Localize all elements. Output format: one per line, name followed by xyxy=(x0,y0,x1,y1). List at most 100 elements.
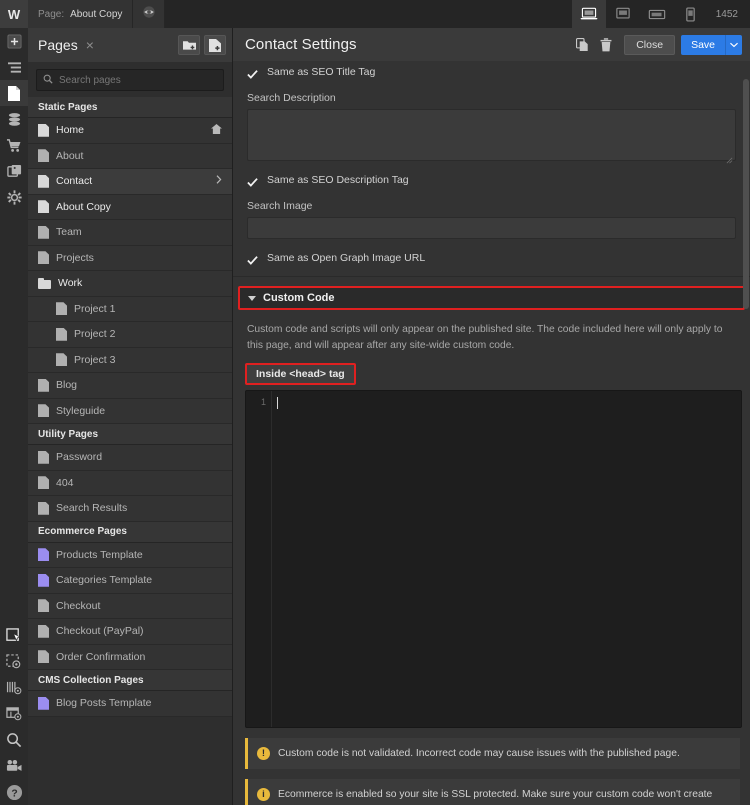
new-page-icon[interactable] xyxy=(204,35,226,55)
pages-icon[interactable] xyxy=(0,80,28,106)
webflow-logo[interactable]: W xyxy=(0,0,28,28)
checkbox-checked-icon[interactable] xyxy=(247,253,258,265)
divider xyxy=(233,276,750,277)
page-icon xyxy=(56,302,67,316)
page-list-item-label: Contact xyxy=(56,175,93,188)
page-list-item[interactable]: About Copy xyxy=(28,194,232,220)
page-list-item[interactable]: Blog Posts Template xyxy=(28,691,232,717)
search-description-label: Search Description xyxy=(247,92,336,104)
page-list-item[interactable]: Search Results xyxy=(28,496,232,522)
page-list-item[interactable]: Products Template xyxy=(28,542,232,568)
settings-scrollbar[interactable] xyxy=(743,61,749,701)
same-as-open-graph-row[interactable]: Same as Open Graph Image URL xyxy=(233,247,750,269)
page-list-item[interactable]: Project 3 xyxy=(28,347,232,373)
video-tutorials-icon[interactable] xyxy=(0,753,28,779)
page-list-item[interactable]: Order Confirmation xyxy=(28,644,232,670)
page-list-item[interactable]: Password xyxy=(28,445,232,471)
top-bar: W Page: About Copy 1452 xyxy=(0,0,750,28)
svg-text:?: ? xyxy=(11,788,17,799)
page-icon xyxy=(38,174,49,188)
page-list-item-label: Work xyxy=(58,277,83,290)
current-page-chip[interactable]: Page: About Copy xyxy=(28,0,134,28)
page-list-item[interactable]: Styleguide xyxy=(28,398,232,424)
page-list-item[interactable]: Home xyxy=(28,118,232,144)
page-list-item[interactable]: Checkout (PayPal) xyxy=(28,619,232,645)
page-list-item-label: Order Confirmation xyxy=(56,650,146,663)
checkbox-checked-icon[interactable] xyxy=(247,67,258,79)
layout-preview-icon[interactable] xyxy=(0,701,28,727)
page-icon xyxy=(56,353,67,367)
search-icon[interactable] xyxy=(0,727,28,753)
device-mobile-button[interactable] xyxy=(674,0,708,28)
save-button[interactable]: Save xyxy=(681,34,725,55)
trash-icon[interactable] xyxy=(594,33,618,57)
preview-toggle-button[interactable] xyxy=(133,0,166,28)
page-list-item[interactable]: Projects xyxy=(28,245,232,271)
device-tablet-landscape-button[interactable] xyxy=(640,0,674,28)
chevron-down-icon[interactable] xyxy=(725,34,742,55)
hidden-elements-icon[interactable] xyxy=(0,649,28,675)
page-list-item[interactable]: About xyxy=(28,143,232,169)
search-image-input[interactable] xyxy=(247,217,736,239)
help-icon[interactable]: ? xyxy=(0,779,28,805)
same-as-seo-title-row[interactable]: Same as SEO Title Tag xyxy=(233,61,750,83)
eye-icon xyxy=(142,5,156,24)
pages-list[interactable]: Static Pages Home About Contact About Copy Te… xyxy=(28,97,232,805)
settings-body[interactable]: Same as SEO Title Tag Search Description… xyxy=(233,61,750,805)
page-list-item-label: Blog Posts Template xyxy=(56,697,152,710)
left-toolbar: ? xyxy=(0,28,28,805)
pages-section-heading: Ecommerce Pages xyxy=(28,521,232,543)
mobile-icon xyxy=(686,6,696,22)
page-list-item[interactable]: Categories Template xyxy=(28,568,232,594)
device-tablet-button[interactable] xyxy=(606,0,640,28)
search-input[interactable] xyxy=(59,74,217,86)
page-list-item[interactable]: 404 xyxy=(28,470,232,496)
search-pages-box[interactable] xyxy=(36,69,224,91)
page-list-item-label: Project 1 xyxy=(74,302,116,315)
page-icon xyxy=(38,251,49,265)
page-list-item[interactable]: Work xyxy=(28,271,232,297)
page-list-item-label: Project 2 xyxy=(74,328,116,341)
page-list-item[interactable]: Contact xyxy=(28,169,232,195)
close-icon[interactable]: × xyxy=(86,37,94,53)
add-elements-icon[interactable] xyxy=(0,28,28,54)
device-desktop-button[interactable] xyxy=(571,0,606,28)
navigator-icon[interactable] xyxy=(0,54,28,80)
chevron-right-icon[interactable] xyxy=(216,175,232,187)
page-title: Contact Settings xyxy=(245,36,357,53)
tablet-landscape-icon xyxy=(648,9,665,19)
custom-code-section-header[interactable]: Custom Code xyxy=(238,286,745,310)
page-list-item-label: Projects xyxy=(56,251,94,264)
editor-caret xyxy=(277,396,278,409)
resize-handle-icon[interactable] xyxy=(726,151,733,164)
page-list-item[interactable]: Blog xyxy=(28,373,232,399)
page-icon xyxy=(38,404,49,418)
folder-icon xyxy=(38,277,51,289)
checkbox-checked-icon[interactable] xyxy=(247,175,258,187)
ecommerce-icon[interactable] xyxy=(0,132,28,158)
gear-icon[interactable] xyxy=(0,184,28,210)
page-label: Page: xyxy=(38,8,65,20)
webflow-designer: W Page: About Copy 1452 ? Pages × Search… xyxy=(0,0,750,805)
scrollbar-thumb[interactable] xyxy=(743,79,749,309)
page-icon xyxy=(38,573,49,587)
page-list-item-label: About Copy xyxy=(56,200,111,213)
page-list-item[interactable]: Team xyxy=(28,220,232,246)
page-icon xyxy=(38,624,49,638)
assets-icon[interactable] xyxy=(0,158,28,184)
duplicate-icon[interactable] xyxy=(570,33,594,57)
cms-icon[interactable] xyxy=(0,106,28,132)
head-code-editor[interactable]: 1 xyxy=(245,389,742,728)
same-as-seo-description-row[interactable]: Same as SEO Description Tag xyxy=(233,169,750,191)
guides-icon[interactable] xyxy=(0,675,28,701)
select-tool-icon[interactable] xyxy=(0,623,28,649)
page-list-item[interactable]: Checkout xyxy=(28,593,232,619)
page-name: About Copy xyxy=(70,8,123,20)
new-folder-icon[interactable] xyxy=(178,35,200,55)
close-button[interactable]: Close xyxy=(624,34,676,55)
search-description-input[interactable] xyxy=(247,109,736,164)
same-as-seo-title-label: Same as SEO Title Tag xyxy=(267,66,376,78)
page-list-item[interactable]: Project 1 xyxy=(28,296,232,322)
page-list-item[interactable]: Project 2 xyxy=(28,322,232,348)
home-icon xyxy=(211,123,232,137)
